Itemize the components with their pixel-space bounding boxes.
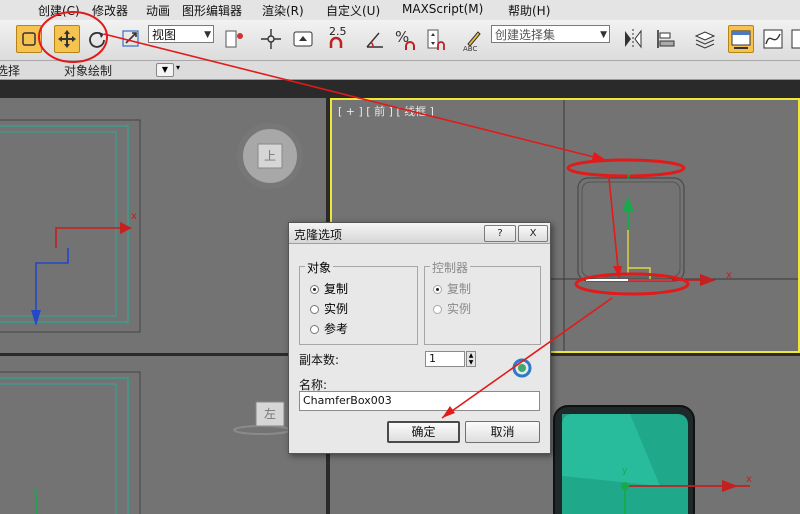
arrow-to-ok-button xyxy=(441,297,613,419)
move-tool-highlight-circle xyxy=(38,11,108,63)
arrowhead-icon xyxy=(592,152,606,160)
annotation-overlay xyxy=(38,11,622,419)
arrow-to-bottom-ellipse xyxy=(608,177,620,279)
arrow-to-top-ellipse xyxy=(103,33,607,161)
arrowhead-icon xyxy=(442,406,455,418)
arrowhead-icon xyxy=(613,266,622,278)
